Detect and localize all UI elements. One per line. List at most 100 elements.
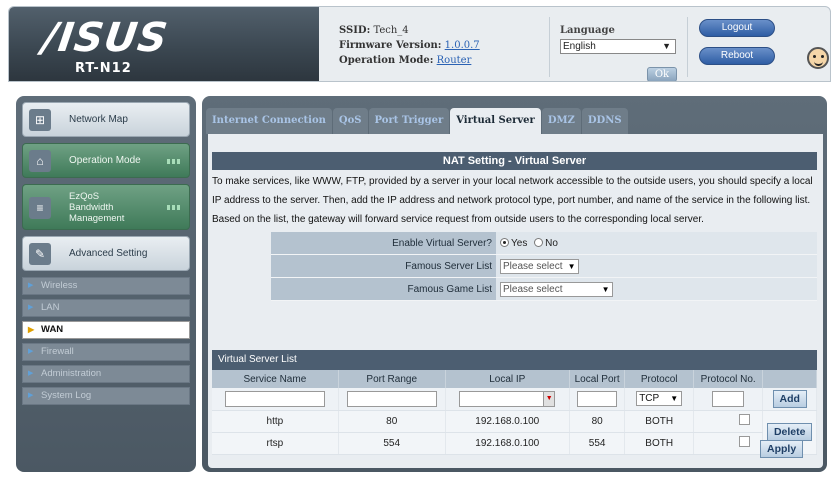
protocol-select[interactable]: TCP ▼ [636, 391, 683, 407]
logout-button[interactable]: Logout [699, 19, 775, 37]
local-ip-input[interactable]: ▼ [459, 390, 556, 407]
tab-bar: Internet Connection QoS Port Trigger Vir… [206, 108, 629, 134]
add-button[interactable]: Add [772, 389, 807, 408]
enable-yes-label: Yes [511, 238, 528, 249]
sidebar-item-label: Operation Mode [69, 155, 141, 166]
enable-options: Yes No [496, 232, 817, 254]
sidebar-item-operation-mode[interactable]: ⌂ Operation Mode [22, 143, 190, 178]
firmware-link[interactable]: 1.0.0.7 [445, 40, 480, 51]
sidebar-item-advanced-setting[interactable]: ✎ Advanced Setting [22, 236, 190, 271]
famous-game-select[interactable]: Please select ▼ [500, 281, 614, 297]
virtual-server-table: Service Name Port Range Local IP Local P… [212, 370, 817, 455]
sidebar-item-network-map[interactable]: ⊞ Network Map [22, 102, 190, 137]
submenu-lan[interactable]: LAN [22, 299, 190, 317]
row-checkbox[interactable] [739, 436, 751, 447]
opmode-link[interactable]: Router [437, 55, 472, 66]
sidebar: ⊞ Network Map ⌂ Operation Mode ≡ EzQoS B… [16, 96, 196, 472]
table-header-row: Service Name Port Range Local IP Local P… [212, 370, 817, 388]
qos-icon: ≡ [29, 197, 51, 219]
table-row: rtsp 554 192.168.0.100 554 BOTH [212, 432, 817, 455]
sidebar-item-label: Network Map [69, 114, 128, 125]
enable-no-radio[interactable] [534, 238, 544, 247]
panel-description: To make services, like WWW, FTP, provide… [212, 176, 813, 225]
virtual-server-list-title: Virtual Server List [212, 350, 817, 370]
famous-server-label: Famous Server List [271, 255, 496, 277]
sidebar-item-ezqos[interactable]: ≡ EzQoS Bandwidth Management [22, 184, 190, 230]
new-protocol-cell: TCP ▼ [624, 388, 694, 411]
col-protocol-no: Protocol No. [693, 370, 764, 388]
tab-ddns[interactable]: DDNS [581, 108, 628, 134]
ssid-label: SSID: [339, 25, 371, 36]
asus-logo: /ISUS [39, 15, 171, 61]
tab-dmz[interactable]: DMZ [541, 108, 581, 134]
form-row-enable: Enable Virtual Server? Yes No [271, 232, 817, 255]
enable-no-label: No [545, 238, 558, 249]
label-line: Management [69, 213, 125, 224]
tools-icon: ✎ [29, 243, 51, 265]
enable-label: Enable Virtual Server? [271, 232, 496, 254]
submenu-wireless[interactable]: Wireless [22, 277, 190, 295]
select-cell [693, 432, 764, 455]
ssid-value: Tech_4 [373, 25, 409, 36]
new-protocol-no-cell [693, 388, 764, 411]
enable-yes-radio[interactable] [500, 238, 509, 247]
new-local-ip-cell: ▼ [445, 388, 570, 411]
form-row-famous-server: Famous Server List Please select ▼ [271, 255, 817, 278]
protocol-cell: BOTH [624, 410, 694, 433]
reboot-button[interactable]: Reboot [699, 47, 775, 65]
tab-port-trigger[interactable]: Port Trigger [368, 108, 450, 134]
dropdown-arrow-icon: ▼ [670, 394, 679, 404]
famous-server-select[interactable]: Please select ▼ [500, 258, 580, 274]
submenu-system-log[interactable]: System Log [22, 387, 190, 405]
port-range-cell: 554 [338, 432, 446, 455]
header-divider [549, 17, 550, 77]
submenu-administration[interactable]: Administration [22, 365, 190, 383]
new-entry-row: ▼ TCP ▼ Add [212, 388, 817, 411]
tab-qos[interactable]: QoS [332, 108, 368, 134]
col-service-name: Service Name [212, 370, 339, 388]
col-port-range: Port Range [338, 370, 446, 388]
famous-server-value: Please select [503, 260, 563, 272]
delete-button[interactable]: Delete [766, 423, 813, 441]
user-avatar-icon [807, 47, 829, 69]
service-name-input[interactable] [224, 390, 325, 407]
protocol-value: TCP [639, 393, 660, 405]
panel-title: NAT Setting - Virtual Server [212, 152, 817, 170]
label-line: Bandwidth [69, 202, 114, 213]
local-port-cell: 80 [569, 410, 626, 433]
opmode-label: Operation Mode: [339, 55, 434, 66]
famous-game-value: Please select [503, 283, 563, 295]
settings-panel: NAT Setting - Virtual Server To make ser… [208, 134, 823, 468]
submenu-firewall[interactable]: Firewall [22, 343, 190, 361]
dropdown-arrow-icon: ▼ [662, 41, 671, 51]
language-ok-button[interactable]: Ok [647, 67, 677, 81]
status-indicator-icon [167, 159, 181, 164]
router-icon: ⌂ [29, 150, 51, 172]
apply-row: Apply [760, 440, 804, 458]
firmware-label: Firmware Version: [339, 40, 442, 51]
new-service-cell [212, 388, 339, 411]
col-local-port: Local Port [569, 370, 626, 388]
col-protocol: Protocol [624, 370, 694, 388]
submenu-wan[interactable]: WAN [22, 321, 190, 339]
select-cell [693, 410, 764, 433]
port-range-input[interactable] [346, 390, 437, 407]
language-value: English [563, 41, 596, 52]
local-port-cell: 554 [569, 432, 626, 455]
tab-internet-connection[interactable]: Internet Connection [206, 108, 332, 134]
ip-dropdown-icon[interactable]: ▼ [543, 390, 556, 407]
label-line: EzQoS [69, 191, 100, 202]
local-port-input[interactable] [577, 390, 618, 407]
local-ip-cell: 192.168.0.100 [445, 410, 570, 433]
protocol-no-input[interactable] [712, 390, 745, 407]
status-indicator-icon [167, 205, 181, 210]
apply-button[interactable]: Apply [760, 440, 804, 458]
form-row-famous-game: Famous Game List Please select ▼ [271, 278, 817, 301]
row-checkbox[interactable] [739, 414, 751, 425]
language-box: Language English ▼ Ok [560, 25, 680, 81]
tab-virtual-server[interactable]: Virtual Server [450, 108, 541, 134]
protocol-cell: BOTH [624, 432, 694, 455]
famous-game-label: Famous Game List [271, 278, 496, 300]
sidebar-item-label: EzQoS Bandwidth Management [69, 191, 124, 224]
language-select[interactable]: English ▼ [560, 39, 676, 54]
